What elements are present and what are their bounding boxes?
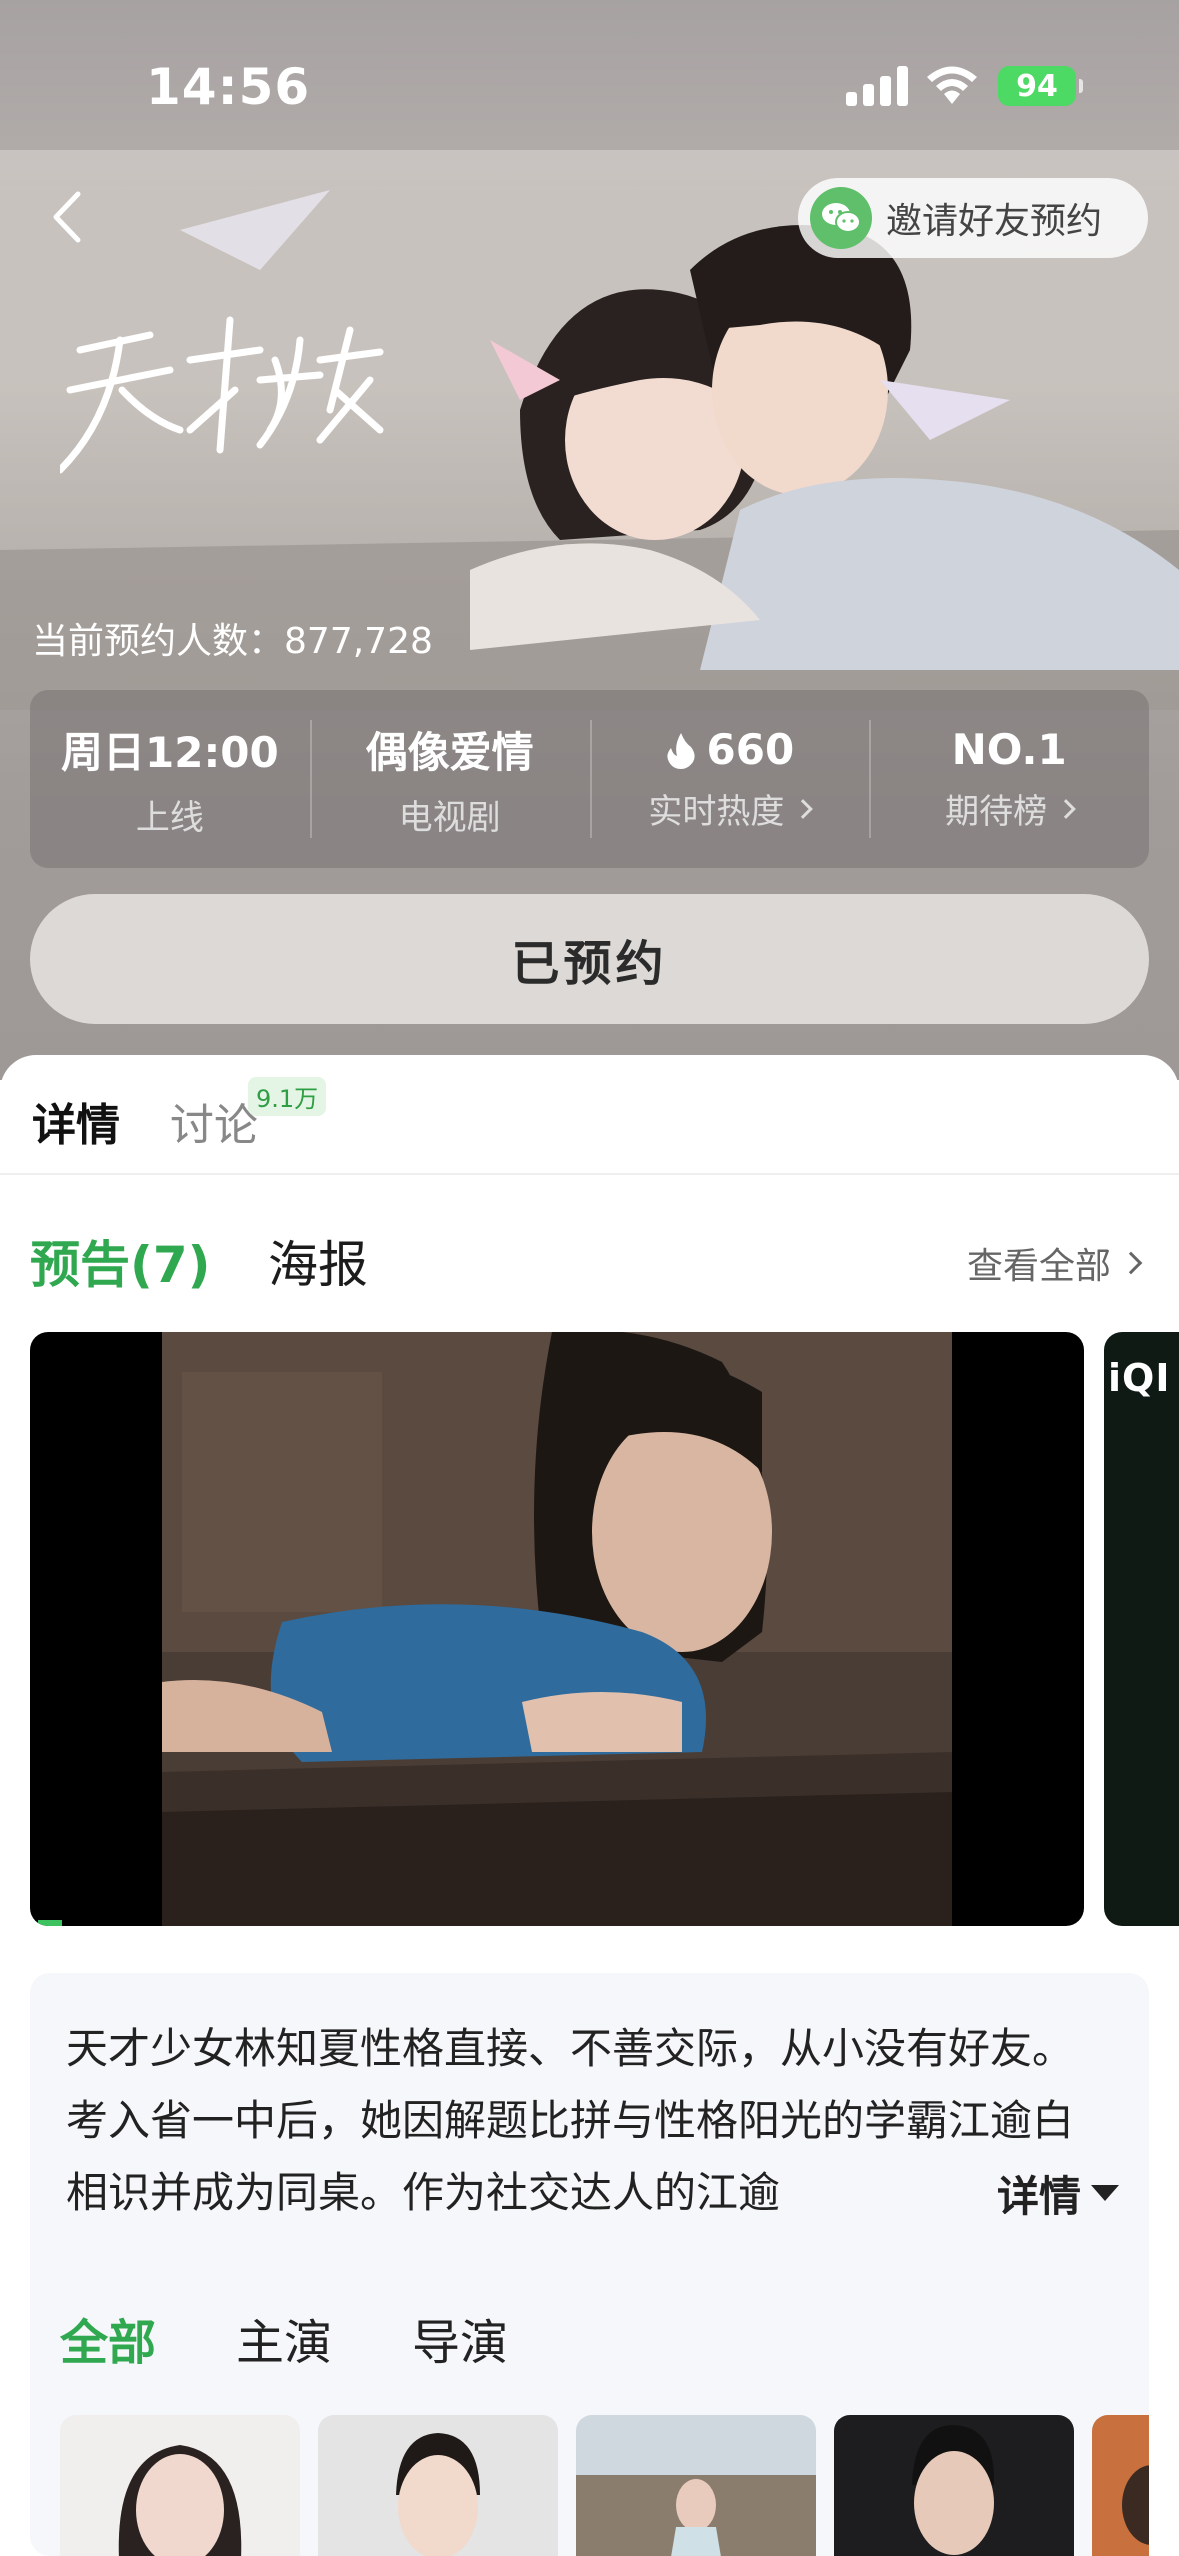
discuss-count-badge: 9.1万 <box>248 1077 327 1116</box>
trailer-thumbnail <box>162 1332 952 1926</box>
iqiyi-logo: iQI <box>1108 1356 1171 1400</box>
stat-value-row: 660 <box>665 725 795 774</box>
status-time: 14:56 <box>146 58 311 116</box>
media-tabs: 预告(7) 海报 查看全部 <box>0 1225 1179 1305</box>
invite-friends-button[interactable]: 邀请好友预约 <box>798 178 1148 258</box>
reserved-button[interactable]: 已预约 <box>30 894 1149 1024</box>
content-sheet: 详情 讨论 9.1万 预告(7) 海报 查看全部 iQI 天才少女林知夏性格直接… <box>0 1055 1179 2556</box>
stat-ranking[interactable]: NO.1 期待榜 <box>869 690 1149 868</box>
synopsis-expand-label: 详情 <box>996 2171 1081 2221</box>
tab-cast-lead[interactable]: 主演 <box>236 2303 332 2373</box>
reserve-count-value: 877,728 <box>284 621 433 662</box>
cellular-signal-icon <box>846 66 908 106</box>
stat-value: 周日12:00 <box>61 728 279 777</box>
synopsis-expand-button[interactable]: 详情 <box>936 2157 1119 2229</box>
stat-label-row: 实时热度 <box>648 784 814 833</box>
view-all-link[interactable]: 查看全部 <box>966 1237 1143 1289</box>
tab-discuss[interactable]: 讨论 <box>170 1089 258 1153</box>
back-button[interactable] <box>38 182 98 252</box>
stat-label: 上线 <box>135 798 204 838</box>
view-all-label: 查看全部 <box>966 1246 1111 1287</box>
cast-photo[interactable] <box>576 2415 816 2556</box>
stat-label: 期待榜 <box>945 792 1048 832</box>
stat-value: NO.1 <box>951 725 1067 774</box>
stat-value: 偶像爱情 <box>365 728 534 777</box>
battery-level: 94 <box>1016 68 1058 104</box>
invite-label: 邀请好友预约 <box>886 201 1103 242</box>
reserve-count-label: 当前预约人数： <box>32 621 285 662</box>
stat-genre: 偶像爱情 电视剧 <box>309 690 590 868</box>
chevron-right-icon <box>1119 1251 1143 1275</box>
tab-cast-director[interactable]: 导演 <box>412 2303 508 2373</box>
tab-poster[interactable]: 海报 <box>268 1225 368 1297</box>
next-trailer-video[interactable]: iQI <box>1104 1332 1179 1926</box>
status-bar: 14:56 94 <box>0 0 1179 170</box>
cast-photo[interactable] <box>1092 2415 1149 2556</box>
stat-label: 实时热度 <box>648 792 785 832</box>
hero-banner: 14:56 94 邀请好友预约 当前预约人数：877,728 周日12:00 上… <box>0 0 1179 1080</box>
wechat-icon <box>810 187 872 249</box>
flame-icon <box>666 732 695 769</box>
tab-trailer[interactable]: 预告(7) <box>30 1225 211 1297</box>
battery-indicator: 94 <box>998 66 1083 106</box>
tab-detail[interactable]: 详情 <box>32 1089 120 1153</box>
cast-list <box>60 2415 1149 2556</box>
popularity-value: 660 <box>706 725 795 774</box>
reserve-count: 当前预约人数：877,728 <box>32 612 433 664</box>
cast-photo[interactable] <box>60 2415 300 2556</box>
cast-photo[interactable] <box>834 2415 1074 2556</box>
tab-cast-all[interactable]: 全部 <box>60 2303 156 2373</box>
wifi-icon <box>927 66 977 104</box>
cast-photo[interactable] <box>318 2415 558 2556</box>
chevron-right-icon <box>793 798 814 819</box>
show-title-logo <box>60 316 384 474</box>
trailer-video[interactable] <box>30 1332 1084 1926</box>
stat-popularity[interactable]: 660 实时热度 <box>589 690 870 868</box>
chevron-right-icon <box>1056 798 1077 819</box>
top-tabs: 详情 讨论 9.1万 <box>0 1055 1179 1175</box>
stat-label-row: 期待榜 <box>945 784 1077 833</box>
video-progress-bar <box>38 1920 62 1926</box>
caret-down-icon <box>1091 2185 1119 2201</box>
synopsis-card: 天才少女林知夏性格直接、不善交际，从小没有好友。考入省一中后，她因解题比拼与性格… <box>30 1973 1149 2556</box>
stat-label: 电视剧 <box>398 798 501 838</box>
stats-panel: 周日12:00 上线 偶像爱情 电视剧 660 实时热度 NO.1 期待榜 <box>30 690 1149 868</box>
stat-release-time: 周日12:00 上线 <box>30 690 310 868</box>
